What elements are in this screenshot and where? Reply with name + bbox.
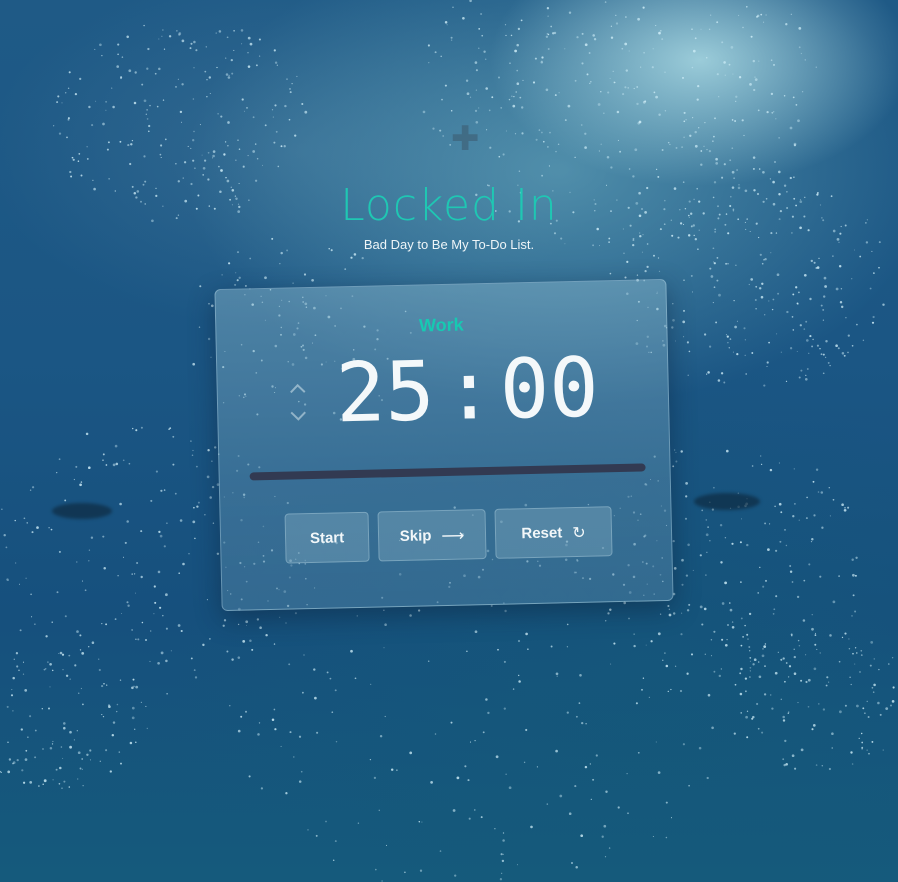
arrow-right-icon: ⟶ bbox=[441, 525, 465, 545]
progress-bar bbox=[249, 463, 646, 481]
pomodoro-card: Work 25:00 Start Skip ⟶ Reset ↻ bbox=[214, 278, 674, 612]
start-button-label: Start bbox=[309, 528, 345, 547]
timer-minutes: 25 bbox=[334, 344, 436, 442]
timer-seconds: 00 bbox=[498, 340, 600, 438]
mode-label: Work bbox=[418, 314, 464, 336]
timer-separator: : bbox=[443, 342, 495, 439]
skip-button-label: Skip bbox=[399, 526, 432, 545]
app-title: Locked In bbox=[340, 180, 558, 231]
fish-silhouette-right bbox=[694, 493, 760, 510]
refresh-icon: ↻ bbox=[572, 522, 586, 542]
chevron-down-icon[interactable] bbox=[284, 408, 312, 429]
reset-button-label: Reset bbox=[521, 523, 563, 542]
app-subtitle: Bad Day to Be My To-Do List. bbox=[363, 237, 535, 252]
timer-display: 25:00 bbox=[334, 340, 600, 442]
start-button[interactable]: Start bbox=[284, 511, 370, 564]
cross-icon: ✚ bbox=[451, 119, 480, 159]
time-stepper bbox=[283, 380, 312, 431]
reset-button[interactable]: Reset ↻ bbox=[494, 506, 613, 559]
chevron-up-icon[interactable] bbox=[283, 380, 311, 401]
fish-silhouette-left bbox=[52, 503, 112, 519]
skip-button[interactable]: Skip ⟶ bbox=[377, 509, 487, 562]
